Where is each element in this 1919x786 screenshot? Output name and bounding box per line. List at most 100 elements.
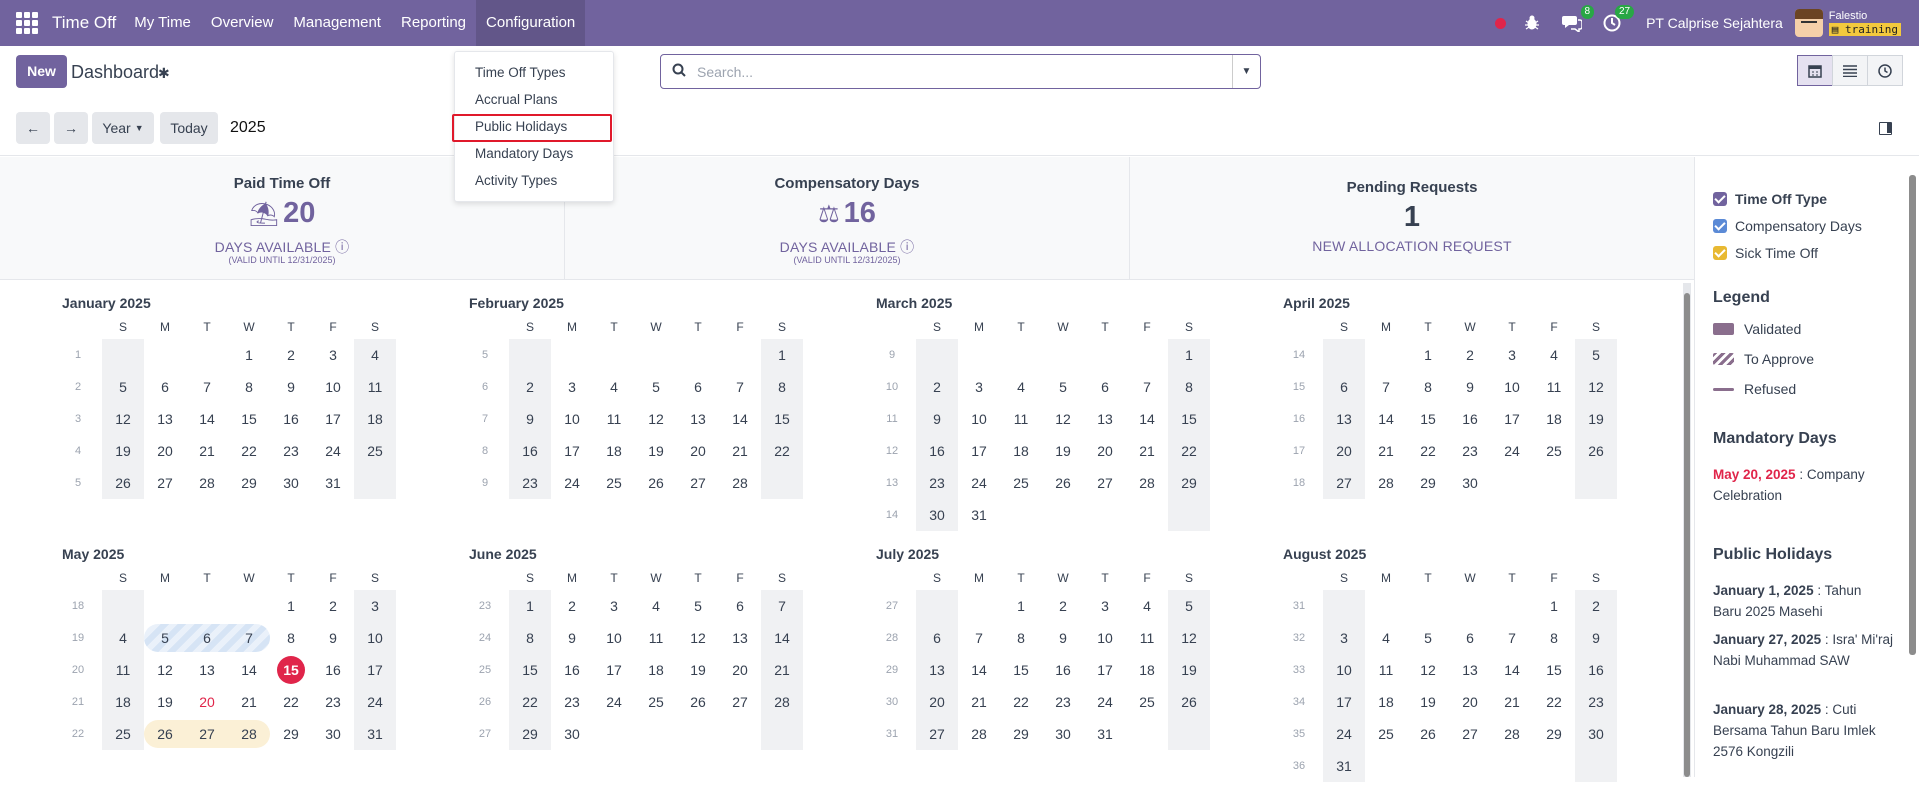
calendar-day[interactable]: 16 xyxy=(312,654,354,686)
calendar-day[interactable]: 25 xyxy=(354,435,396,467)
calendar-scrollbar[interactable] xyxy=(1683,283,1691,777)
calendar-day[interactable]: 4 xyxy=(1000,371,1042,403)
calendar-day[interactable]: 23 xyxy=(1575,686,1617,718)
calendar-day[interactable]: 1 xyxy=(1533,590,1575,622)
calendar-day[interactable]: 6 xyxy=(186,622,228,654)
calendar-day[interactable]: 7 xyxy=(719,371,761,403)
calendar-day[interactable]: 9 xyxy=(312,622,354,654)
calendar-day[interactable]: 2 xyxy=(509,371,551,403)
calendar-day[interactable]: 22 xyxy=(270,686,312,718)
calendar-day[interactable]: 28 xyxy=(1126,467,1168,499)
calendar-day[interactable]: 6 xyxy=(1084,371,1126,403)
calendar-day[interactable]: 30 xyxy=(270,467,312,499)
previous-button[interactable]: ← xyxy=(16,112,50,144)
calendar-day[interactable]: 3 xyxy=(958,371,1000,403)
calendar-day[interactable]: 3 xyxy=(593,590,635,622)
calendar-day[interactable]: 13 xyxy=(1084,403,1126,435)
calendar-day[interactable]: 29 xyxy=(1533,718,1575,750)
calendar-day[interactable]: 17 xyxy=(593,654,635,686)
calendar-day[interactable]: 11 xyxy=(1126,622,1168,654)
calendar-day[interactable]: 1 xyxy=(761,339,803,371)
calendar-day[interactable]: 6 xyxy=(1323,371,1365,403)
calendar-day[interactable]: 18 xyxy=(593,435,635,467)
bug-icon[interactable] xyxy=(1520,11,1544,35)
calendar-day[interactable]: 24 xyxy=(551,467,593,499)
calendar-day[interactable]: 19 xyxy=(635,435,677,467)
calendar-day[interactable]: 2 xyxy=(1042,590,1084,622)
calendar-day[interactable]: 12 xyxy=(635,403,677,435)
calendar-day[interactable]: 29 xyxy=(228,467,270,499)
calendar-day[interactable]: 24 xyxy=(1084,686,1126,718)
calendar-day[interactable]: 30 xyxy=(1042,718,1084,750)
calendar-day[interactable]: 4 xyxy=(1365,622,1407,654)
calendar-day[interactable]: 18 xyxy=(1000,435,1042,467)
calendar-day[interactable]: 8 xyxy=(761,371,803,403)
calendar-day[interactable]: 24 xyxy=(593,686,635,718)
calendar-day[interactable]: 10 xyxy=(1323,654,1365,686)
calendar-day[interactable]: 8 xyxy=(1000,622,1042,654)
calendar-day[interactable]: 3 xyxy=(1491,339,1533,371)
calendar-day[interactable]: 27 xyxy=(719,686,761,718)
scale-dropdown[interactable]: Year ▼ xyxy=(92,112,154,144)
calendar-day[interactable]: 26 xyxy=(1168,686,1210,718)
calendar-day[interactable]: 29 xyxy=(1168,467,1210,499)
calendar-day[interactable]: 3 xyxy=(1323,622,1365,654)
calendar-day[interactable]: 4 xyxy=(1533,339,1575,371)
calendar-day[interactable]: 14 xyxy=(186,403,228,435)
calendar-day[interactable]: 25 xyxy=(1533,435,1575,467)
calendar-day[interactable]: 18 xyxy=(1533,403,1575,435)
calendar-day[interactable]: 15 xyxy=(1000,654,1042,686)
calendar-day[interactable]: 12 xyxy=(1042,403,1084,435)
calendar-day[interactable]: 17 xyxy=(354,654,396,686)
calendar-day[interactable]: 26 xyxy=(1042,467,1084,499)
calendar-day[interactable]: 7 xyxy=(186,371,228,403)
calendar-day[interactable]: 22 xyxy=(509,686,551,718)
calendar-day[interactable]: 31 xyxy=(958,499,1000,531)
calendar-day[interactable]: 21 xyxy=(1491,686,1533,718)
calendar-day[interactable]: 4 xyxy=(354,339,396,371)
calendar-day[interactable]: 6 xyxy=(916,622,958,654)
calendar-day[interactable]: 27 xyxy=(677,467,719,499)
calendar-day[interactable]: 1 xyxy=(509,590,551,622)
calendar-day[interactable]: 24 xyxy=(354,686,396,718)
checkbox-icon[interactable] xyxy=(1713,219,1727,233)
calendar-day[interactable]: 15 xyxy=(1407,403,1449,435)
calendar-day[interactable]: 10 xyxy=(551,403,593,435)
calendar-day[interactable]: 26 xyxy=(677,686,719,718)
calendar-day[interactable]: 17 xyxy=(1084,654,1126,686)
calendar-day[interactable]: 28 xyxy=(1365,467,1407,499)
app-brand[interactable]: Time Off xyxy=(52,13,116,33)
calendar-day[interactable]: 23 xyxy=(509,467,551,499)
calendar-day[interactable]: 21 xyxy=(1365,435,1407,467)
calendar-day[interactable]: 5 xyxy=(102,371,144,403)
calendar-day[interactable]: 9 xyxy=(551,622,593,654)
activities-clock-icon[interactable]: 27 xyxy=(1600,5,1635,35)
calendar-day[interactable]: 5 xyxy=(635,371,677,403)
calendar-day[interactable]: 25 xyxy=(593,467,635,499)
calendar-day[interactable]: 1 xyxy=(270,590,312,622)
calendar-day[interactable]: 22 xyxy=(1533,686,1575,718)
calendar-day[interactable]: 4 xyxy=(593,371,635,403)
calendar-day[interactable]: 10 xyxy=(1491,371,1533,403)
calendar-day[interactable]: 15 xyxy=(1168,403,1210,435)
calendar-day[interactable]: 26 xyxy=(1575,435,1617,467)
calendar-day[interactable]: 2 xyxy=(551,590,593,622)
calendar-day[interactable]: 8 xyxy=(1533,622,1575,654)
calendar-day[interactable]: 27 xyxy=(186,718,228,750)
calendar-day[interactable]: 21 xyxy=(228,686,270,718)
calendar-day[interactable]: 17 xyxy=(551,435,593,467)
calendar-day[interactable]: 20 xyxy=(1323,435,1365,467)
calendar-day[interactable]: 16 xyxy=(551,654,593,686)
calendar-day[interactable]: 17 xyxy=(312,403,354,435)
calendar-day[interactable]: 14 xyxy=(1126,403,1168,435)
calendar-day[interactable]: 1 xyxy=(1000,590,1042,622)
next-button[interactable]: → xyxy=(54,112,88,144)
calendar-day[interactable]: 30 xyxy=(916,499,958,531)
calendar-day[interactable]: 20 xyxy=(719,654,761,686)
search-bar[interactable]: Search... ▼ xyxy=(660,54,1261,89)
calendar-day[interactable]: 17 xyxy=(958,435,1000,467)
calendar-day[interactable]: 28 xyxy=(186,467,228,499)
calendar-day[interactable]: 16 xyxy=(916,435,958,467)
calendar-day[interactable]: 19 xyxy=(102,435,144,467)
recording-indicator-icon[interactable] xyxy=(1495,17,1507,29)
